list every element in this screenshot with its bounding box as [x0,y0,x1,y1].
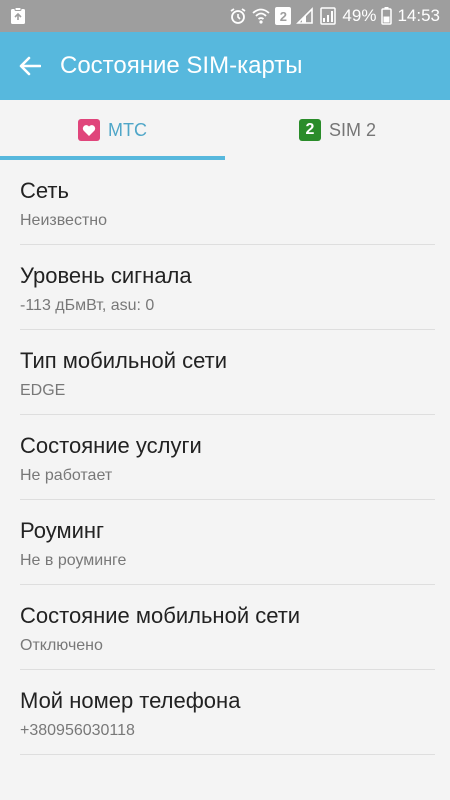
item-value: -113 дБмВт, asu: 0 [20,297,155,314]
battery-percent: 49% [342,6,377,25]
arrow-left-icon [19,56,41,76]
item-label: Состояние мобильной сети [20,603,301,628]
status-bar: 2 49% 14:53 [0,0,450,32]
item-label: Роуминг [20,518,105,543]
back-button[interactable] [0,32,60,100]
sim-2-icon: 2 [298,119,321,141]
sim-status-list: Сеть Неизвестно Уровень сигнала -113 дБм… [0,160,450,755]
tab-label: МТС [108,119,147,140]
item-value: EDGE [20,382,66,399]
item-value: Отключено [20,637,103,654]
battery-icon [381,7,393,25]
item-label: Сеть [20,178,69,203]
item-value: Неизвестно [20,212,108,229]
item-value: +380956030118 [20,722,135,739]
list-item-mobile-network-state: Состояние мобильной сети Отключено [20,585,435,670]
list-item-signal-strength: Уровень сигнала -113 дБмВт, asu: 0 [20,245,435,330]
item-label: Мой номер телефона [20,688,241,713]
clipboard-icon [11,7,25,24]
signal-icon [296,7,314,24]
list-item-network: Сеть Неизвестно [20,160,435,245]
item-label: Тип мобильной сети [20,348,227,373]
clock: 14:53 [397,6,440,25]
item-label: Состояние услуги [20,433,202,458]
list-item-network-type: Тип мобильной сети EDGE [20,330,435,415]
item-value: Не работает [20,467,113,484]
tab-mts[interactable]: МТС [0,100,225,160]
tab-sim-2[interactable]: 2 SIM 2 [225,100,450,160]
list-item-phone-number: Мой номер телефона +380956030118 [20,670,435,755]
alarm-icon [230,8,246,24]
sim-tabs: МТС 2 SIM 2 [0,100,450,160]
item-value: Не в роуминге [20,552,127,569]
list-item-roaming: Роуминг Не в роуминге [20,500,435,585]
page-title: Состояние SIM-карты [60,52,303,79]
app-bar: Состояние SIM-карты [0,32,450,100]
wifi-icon [252,8,271,24]
sim-slot-icon: 2 [275,7,292,25]
list-item-service-state: Состояние услуги Не работает [20,415,435,500]
signal-icon [320,7,337,25]
heart-icon [78,119,100,141]
tab-label: SIM 2 [328,119,376,140]
item-label: Уровень сигнала [20,263,192,288]
